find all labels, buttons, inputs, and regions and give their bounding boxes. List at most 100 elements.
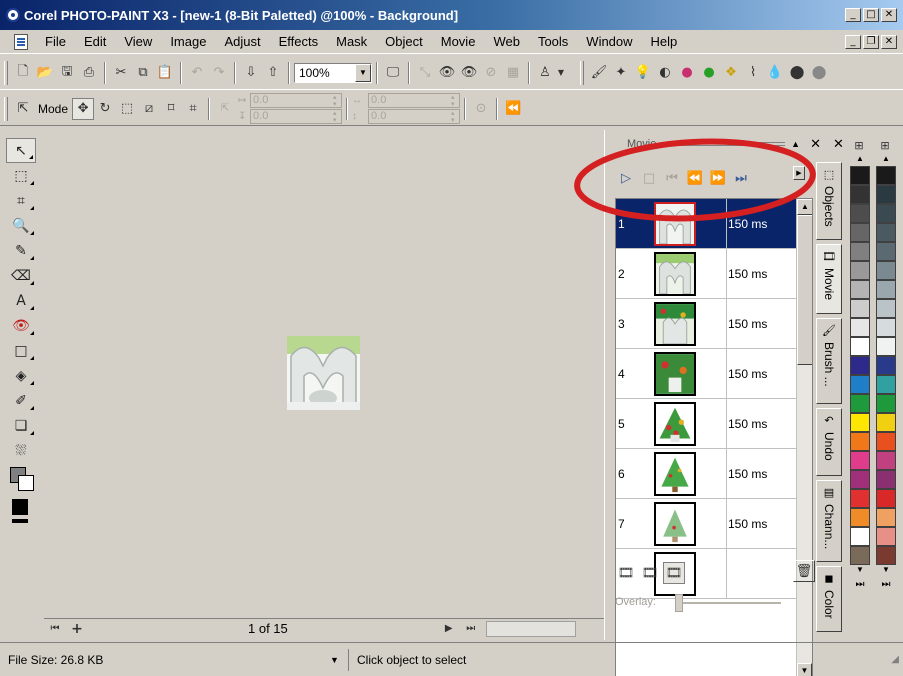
scroll-thumb[interactable] [797,215,812,365]
redo-icon[interactable]: ↷ [208,62,230,84]
color-swatch[interactable] [850,280,870,299]
palette-scroll-down-icon[interactable]: ▼ [848,565,872,577]
save-icon[interactable]: 🖫 [56,62,78,84]
frame-duration[interactable]: 150 ms [728,399,767,449]
distort-mode-icon[interactable]: ⌑ [160,98,182,120]
color-swatch[interactable] [876,527,896,546]
position-y-field[interactable]: 0.0 [250,109,343,124]
scale-mode-icon[interactable]: ⬚ [116,98,138,120]
open-icon[interactable]: 📂 [34,62,56,84]
color-swatch[interactable] [850,318,870,337]
color-swatch[interactable] [850,261,870,280]
chevron-down-icon[interactable]: ▼ [355,63,371,82]
color-swatch[interactable] [876,489,896,508]
color-swatches[interactable] [6,465,36,497]
doc-close-button[interactable]: ✕ [881,34,897,49]
frame-duration[interactable]: 150 ms [728,449,767,499]
color-swatch[interactable] [876,394,896,413]
menu-help[interactable]: Help [642,31,687,53]
rewind-icon[interactable]: ⏪ [502,98,524,120]
position-x-field[interactable]: 0.0 [250,93,343,108]
application-launcher-icon[interactable]: ♙ [534,62,556,84]
full-screen-preview-icon[interactable]: 🖵 [382,62,404,84]
contrast-icon[interactable]: ◐ [654,62,676,84]
palette-scroll-up-icon[interactable]: ▲ [874,154,898,166]
bulb-icon[interactable]: 💡 [632,62,654,84]
overlay-slider-track[interactable] [675,602,781,604]
color-swatch[interactable] [876,413,896,432]
minimize-button[interactable]: _ [845,8,861,22]
color-swatch[interactable] [850,337,870,356]
effects-icon[interactable]: ✦ [610,62,632,84]
doc-minimize-button[interactable]: _ [845,34,861,49]
first-page-icon[interactable]: ⏮ [44,618,66,640]
frame-duration[interactable]: 150 ms [728,299,767,349]
color-swatch[interactable] [850,546,870,565]
palette-scroll-down-icon[interactable]: ▼ [874,565,898,577]
color-swatch[interactable] [876,451,896,470]
color-swatch[interactable] [850,375,870,394]
cut-icon[interactable]: ✂ [110,62,132,84]
object-picker-help-icon[interactable]: ⇱ [12,98,34,120]
color-swatch[interactable] [876,356,896,375]
document-menu-icon[interactable] [14,33,28,50]
maximize-button[interactable]: □ [863,8,879,22]
sphere-icon[interactable]: ⬤ [786,62,808,84]
menu-window[interactable]: Window [577,31,641,53]
frame-row[interactable]: 2 150 ms [616,249,796,299]
color-swatch[interactable] [850,432,870,451]
side-tab-movie[interactable]: 🎞 Movie [816,244,842,314]
color-swatch[interactable] [850,185,870,204]
paper-color-swatch[interactable] [18,475,34,491]
palette-end-icon[interactable]: ⏭ [874,579,898,590]
import-icon[interactable]: ⇩ [240,62,262,84]
next-page-icon[interactable]: ▶ [438,618,460,640]
size-width-field[interactable]: 0.0 [368,93,461,108]
frame-duration[interactable]: 150 ms [728,349,767,399]
color-swatch[interactable] [876,470,896,489]
pick-tool-icon[interactable]: ↖ [6,138,36,163]
color-swatch[interactable] [876,318,896,337]
frame-thumbnail[interactable] [654,252,696,296]
color-swatch[interactable] [850,527,870,546]
frame-row[interactable]: 7 150 ms [616,499,796,549]
text-tool-icon[interactable]: A [6,288,36,313]
menu-web[interactable]: Web [484,31,529,53]
color-swatch[interactable] [850,413,870,432]
texture-icon[interactable]: ❖ [720,62,742,84]
doc-restore-button[interactable]: ❐ [863,34,879,49]
side-tab-color[interactable]: ◼ Color [816,566,842,632]
palette-menu-icon[interactable]: ⊞ [848,136,870,154]
color-swatch[interactable] [876,280,896,299]
color-swatch[interactable] [850,356,870,375]
eraser-tool-icon[interactable]: ⌫ [6,263,36,288]
color-swatch[interactable] [850,508,870,527]
distort-icon[interactable]: ⌇ [742,62,764,84]
mask-tool-icon[interactable]: ⬚ [6,163,36,188]
color-swatch[interactable] [850,204,870,223]
frame-duration[interactable]: 150 ms [728,499,767,549]
color-swatch[interactable] [850,242,870,261]
color-swatch[interactable] [876,166,896,185]
color-swatch[interactable] [876,223,896,242]
mask-overlay-icon[interactable]: ⊘ [480,62,502,84]
export-icon[interactable]: ⇧ [262,62,284,84]
frame-duration[interactable]: 150 ms [728,249,767,299]
canvas-image[interactable] [287,336,360,411]
gray-sphere-icon[interactable]: ⬤ [808,62,830,84]
color-swatch[interactable] [876,337,896,356]
menu-mask[interactable]: Mask [327,31,376,53]
title-bar[interactable]: Corel PHOTO-PAINT X3 - [new-1 (8-Bit Pal… [0,0,903,30]
frame-thumbnail[interactable] [654,302,696,346]
chevron-down-icon[interactable]: ▼ [556,62,566,84]
image-sprayer-icon[interactable]: ⛆ [6,438,36,463]
color-swatch[interactable] [876,432,896,451]
color-swatch[interactable] [850,489,870,508]
color-swatch[interactable] [876,375,896,394]
drop-icon[interactable]: 💧 [764,62,786,84]
side-tab-brush[interactable]: 🖌 Brush ... [816,318,842,404]
lock-mask-icon[interactable]: ▦ [502,62,524,84]
frame-row[interactable]: 3 150 ms [616,299,796,349]
menu-image[interactable]: Image [161,31,215,53]
palette-end-icon[interactable]: ⏭ [848,579,872,590]
